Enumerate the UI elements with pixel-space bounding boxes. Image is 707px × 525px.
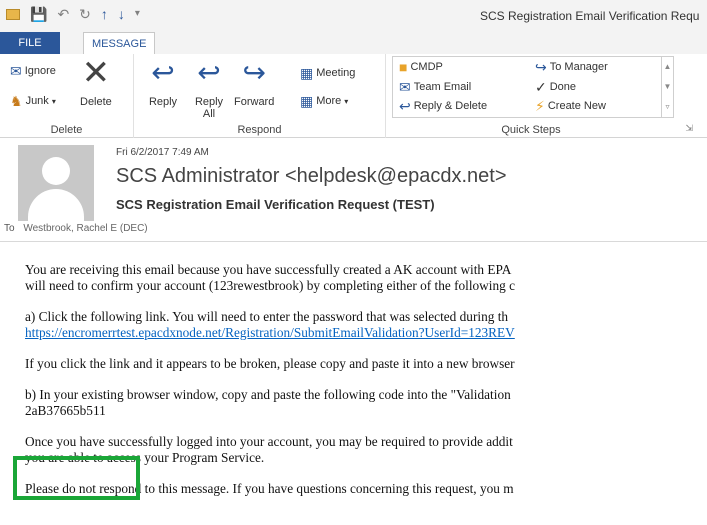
body-paragraph-2: a) Click the following link. You will ne… xyxy=(25,309,707,341)
quick-step-label: Create New xyxy=(547,100,606,112)
quick-steps-group-label: Quick Steps xyxy=(501,124,561,136)
quick-step-label: Reply & Delete xyxy=(413,100,488,112)
reply-label: Reply xyxy=(148,96,178,108)
body-line: You are receiving this email because you… xyxy=(25,262,512,277)
message-header: Fri 6/2/2017 7:49 AM SCS Administrator <… xyxy=(0,139,707,239)
recipient-name[interactable]: Westbrook, Rachel E (DEC) xyxy=(23,223,147,234)
quick-step-create-new[interactable]: ⚡ Create New xyxy=(535,99,606,113)
body-paragraph-4: b) In your existing browser window, copy… xyxy=(25,387,707,419)
customize-icon[interactable]: ▾ xyxy=(135,6,140,22)
dialog-launcher-icon[interactable]: ⇲ xyxy=(685,123,693,134)
respond-group-label: Respond xyxy=(237,124,282,136)
ignore-button[interactable]: ✉ Ignore xyxy=(10,64,56,78)
chevron-down-icon: ▾ xyxy=(51,96,56,106)
forward-icon: ↪ xyxy=(242,57,266,88)
avatar-head xyxy=(42,157,70,185)
avatar xyxy=(18,145,94,221)
reply-all-icon: ↩ xyxy=(197,57,221,88)
meeting-label: Meeting xyxy=(316,67,356,79)
lightning-icon: ⚡ xyxy=(535,98,545,114)
calendar-icon: ▦ xyxy=(300,65,314,81)
reply-all-label-line1: Reply xyxy=(194,96,224,108)
quick-steps-group: ■ CMDP ✉ Team Email ↩ Reply & Delete ↪ T… xyxy=(386,54,707,138)
tab-file[interactable]: FILE xyxy=(0,32,60,54)
delete-label: Delete xyxy=(80,96,112,108)
body-paragraph-1: You are receiving this email because you… xyxy=(25,262,707,294)
down-arrow-icon[interactable]: ↓ xyxy=(118,6,125,22)
redo-icon[interactable]: ↻ xyxy=(79,6,91,22)
body-line: will need to confirm your account (123re… xyxy=(25,278,515,293)
more-label: More xyxy=(316,95,342,107)
meeting-button[interactable]: ▦ Meeting xyxy=(300,66,355,80)
reply-all-button[interactable]: ↩ Reply All xyxy=(194,57,224,121)
delete-group-label: Delete xyxy=(50,124,83,136)
ignore-label: Ignore xyxy=(24,65,56,77)
ribbon-tabs: FILE MESSAGE xyxy=(0,32,707,54)
chevron-down-icon: ▾ xyxy=(344,96,349,106)
quick-steps-gallery: ■ CMDP ✉ Team Email ↩ Reply & Delete ↪ T… xyxy=(392,56,674,118)
quick-step-label: To Manager xyxy=(549,61,608,73)
ribbon: ✉ Ignore ♞ Junk ▾ ✕ Delete Delete ↩ Repl… xyxy=(0,54,707,138)
quick-step-team-email[interactable]: ✉ Team Email xyxy=(399,80,471,94)
quick-steps-scroller[interactable]: ▲ ▼ ▿ xyxy=(661,57,673,117)
checkmark-icon: ✓ xyxy=(535,79,547,95)
tab-message[interactable]: MESSAGE xyxy=(83,32,156,54)
quick-step-to-manager[interactable]: ↪ To Manager xyxy=(535,60,608,74)
reply-all-label-line2: All xyxy=(202,108,216,120)
scroll-down-icon[interactable]: ▼ xyxy=(662,77,673,97)
avatar-body xyxy=(28,189,84,221)
body-line: Once you have successfully logged into y… xyxy=(25,434,513,449)
junk-icon: ♞ xyxy=(10,93,23,109)
quick-step-done[interactable]: ✓ Done xyxy=(535,80,576,94)
to-line: To Westbrook, Rachel E (DEC) xyxy=(4,223,148,234)
folder-icon: ■ xyxy=(399,59,408,75)
header-divider xyxy=(0,241,707,242)
quick-step-label: Team Email xyxy=(413,81,472,93)
forward-button[interactable]: ↪ Forward xyxy=(234,57,275,109)
delete-group: ✉ Ignore ♞ Junk ▾ ✕ Delete Delete xyxy=(0,54,134,138)
delete-icon: ✕ xyxy=(81,54,111,92)
undo-icon[interactable]: ↶ xyxy=(57,6,69,22)
body-paragraph-3: If you click the link and it appears to … xyxy=(25,356,707,372)
title-bar: 💾 ↶ ↻ ↑ ↓ ▾ SCS Registration Email Verif… xyxy=(0,0,707,32)
expand-icon[interactable]: ▿ xyxy=(662,97,673,117)
to-label: To xyxy=(4,223,15,234)
delete-button[interactable]: ✕ Delete xyxy=(80,54,112,108)
respond-group: ↩ Reply ↩ Reply All ↪ Forward ▦ Meeting … xyxy=(134,54,386,138)
window-title: SCS Registration Email Verification Requ xyxy=(480,9,700,23)
forward-label: Forward xyxy=(234,96,275,108)
save-icon[interactable]: 💾 xyxy=(30,6,47,22)
reply-button[interactable]: ↩ Reply xyxy=(148,57,178,109)
envelope-icon xyxy=(6,8,20,20)
junk-label: Junk xyxy=(25,95,49,107)
verification-link[interactable]: https://encromerrtest.epacdxnode.net/Reg… xyxy=(25,325,515,340)
quick-step-cmdp[interactable]: ■ CMDP xyxy=(399,60,443,74)
scroll-up-icon[interactable]: ▲ xyxy=(662,57,673,77)
more-icon: ▦ xyxy=(300,93,314,109)
quick-step-label: CMDP xyxy=(410,61,443,73)
quick-access-toolbar: 💾 ↶ ↻ ↑ ↓ ▾ xyxy=(6,6,140,22)
message-subject: SCS Registration Email Verification Requ… xyxy=(116,197,435,212)
body-line: a) Click the following link. You will ne… xyxy=(25,309,509,324)
mail-icon: ✉ xyxy=(399,79,411,95)
quick-step-reply-delete[interactable]: ↩ Reply & Delete xyxy=(399,99,487,113)
reply-icon: ↩ xyxy=(151,57,175,88)
message-date: Fri 6/2/2017 7:49 AM xyxy=(116,147,209,158)
quick-step-label: Done xyxy=(549,81,577,93)
ignore-icon: ✉ xyxy=(10,63,22,79)
message-sender[interactable]: SCS Administrator <helpdesk@epacdx.net> xyxy=(116,165,507,188)
up-arrow-icon[interactable]: ↑ xyxy=(101,6,108,22)
validation-code[interactable]: 2aB37665b511 xyxy=(25,403,106,418)
forward-icon: ↪ xyxy=(535,59,547,75)
highlight-box xyxy=(13,456,140,500)
junk-button[interactable]: ♞ Junk ▾ xyxy=(10,94,56,108)
body-line: If you click the link and it appears to … xyxy=(25,356,515,371)
reply-icon: ↩ xyxy=(399,98,411,114)
more-button[interactable]: ▦ More ▾ xyxy=(300,94,348,108)
body-line: b) In your existing browser window, copy… xyxy=(25,387,511,402)
